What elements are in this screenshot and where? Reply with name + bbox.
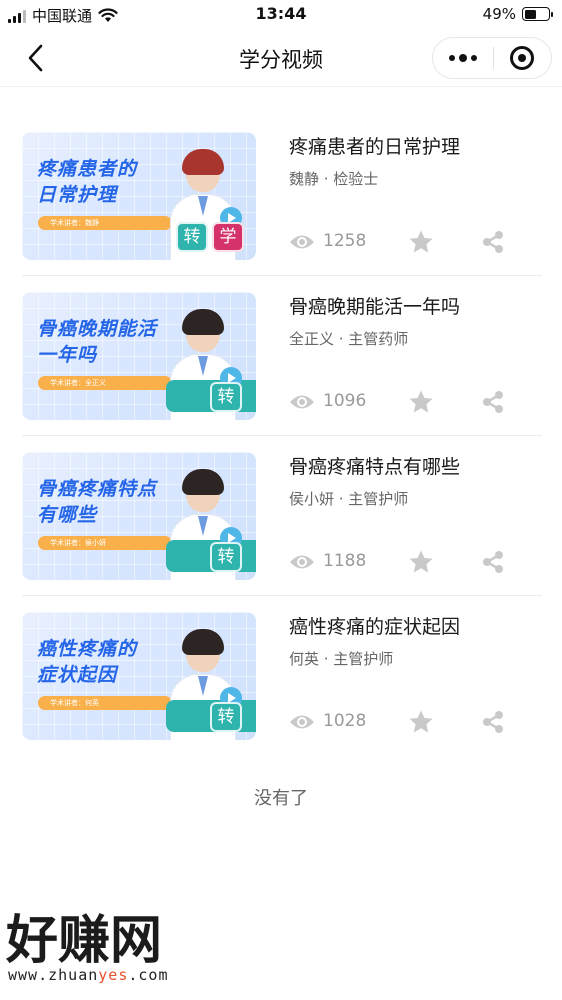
video-item[interactable]: 骨癌晚期能活 一年吗 学术讲者：全正义 转 骨癌晚期能活一年吗 全正义 · 主管药…: [0, 276, 562, 436]
video-author: 全正义 · 主管药师: [289, 330, 409, 348]
thumbnail-lecturer: 学术讲者：全正义: [38, 376, 172, 390]
star-icon[interactable]: [408, 389, 434, 415]
thumbnail-title: 骨癌疼痛特点 有哪些: [37, 478, 158, 526]
thumbnail-lecturer: 学术讲者：侯小妍: [38, 536, 172, 550]
video-thumbnail[interactable]: 癌性疼痛的 症状起因 学术讲者：何英 转: [22, 612, 256, 740]
star-icon[interactable]: [408, 549, 434, 575]
eye-icon: [290, 715, 314, 729]
eye-icon: [290, 395, 314, 409]
share-icon[interactable]: [481, 710, 505, 734]
video-stats: 1258: [289, 229, 529, 255]
video-item[interactable]: 骨癌疼痛特点 有哪些 学术讲者：侯小妍 转 骨癌疼痛特点有哪些 侯小妍 · 主管护…: [0, 436, 562, 596]
video-title[interactable]: 癌性疼痛的症状起因: [289, 612, 460, 639]
video-thumbnail[interactable]: 骨癌疼痛特点 有哪些 学术讲者：侯小妍 转: [22, 452, 256, 580]
nav-divider: [0, 86, 562, 87]
battery-percent: 49%: [482, 5, 516, 23]
eye-icon: [290, 235, 314, 249]
thumbnail-title: 疼痛患者的 日常护理: [37, 158, 138, 206]
mini-program-capsule: [432, 37, 552, 79]
tag-zhuan: 转: [176, 222, 208, 252]
watermark-logo: 好赚网: [6, 911, 163, 971]
view-count: 1096: [323, 391, 367, 411]
video-title[interactable]: 疼痛患者的日常护理: [289, 132, 460, 159]
watermark-url: www.zhuanyes.com: [8, 966, 169, 984]
video-thumbnail[interactable]: 疼痛患者的 日常护理 学术讲者：魏静 转 学: [22, 132, 256, 260]
video-title[interactable]: 骨癌疼痛特点有哪些: [289, 452, 460, 479]
status-time: 13:44: [255, 4, 307, 23]
eye-icon: [290, 555, 314, 569]
thumbnail-lecturer: 学术讲者：魏静: [38, 216, 172, 230]
list-end-text: 没有了: [254, 788, 308, 809]
video-thumbnail[interactable]: 骨癌晚期能活 一年吗 学术讲者：全正义 转: [22, 292, 256, 420]
video-item[interactable]: 癌性疼痛的 症状起因 学术讲者：何英 转 癌性疼痛的症状起因 何英 · 主管护师 …: [0, 596, 562, 756]
target-circle-icon[interactable]: [493, 38, 551, 78]
video-title[interactable]: 骨癌晚期能活一年吗: [289, 292, 460, 319]
status-bar: 中国联通 13:44 49%: [0, 0, 562, 30]
video-author: 侯小妍 · 主管护师: [289, 490, 409, 508]
video-author: 何英 · 主管护师: [289, 650, 394, 668]
battery-fill: [524, 9, 536, 19]
thumbnail-lecturer: 学术讲者：何英: [38, 696, 172, 710]
star-icon[interactable]: [408, 709, 434, 735]
video-stats: 1028: [289, 709, 529, 735]
video-stats: 1096: [289, 389, 529, 415]
tag-zhuan: 转: [210, 702, 242, 732]
share-icon[interactable]: [481, 230, 505, 254]
video-list: 疼痛患者的 日常护理 学术讲者：魏静 转 学 疼痛患者的日常护理 魏静 · 检验士…: [0, 116, 562, 756]
view-count: 1188: [323, 551, 367, 571]
view-count: 1028: [323, 711, 367, 731]
video-author: 魏静 · 检验士: [289, 170, 379, 188]
more-dots-icon[interactable]: [433, 38, 493, 78]
video-item[interactable]: 疼痛患者的 日常护理 学术讲者：魏静 转 学 疼痛患者的日常护理 魏静 · 检验士…: [0, 116, 562, 276]
view-count: 1258: [323, 231, 367, 251]
tag-xue: 学: [212, 222, 244, 252]
nav-bar: 学分视频: [0, 32, 562, 84]
video-stats: 1188: [289, 549, 529, 575]
thumbnail-title: 骨癌晚期能活 一年吗: [37, 318, 158, 366]
status-right: 49%: [482, 5, 553, 23]
tag-zhuan: 转: [210, 542, 242, 572]
battery-icon: [522, 7, 553, 21]
tag-zhuan: 转: [210, 382, 242, 412]
star-icon[interactable]: [408, 229, 434, 255]
thumbnail-title: 癌性疼痛的 症状起因: [37, 638, 138, 686]
share-icon[interactable]: [481, 550, 505, 574]
share-icon[interactable]: [481, 390, 505, 414]
